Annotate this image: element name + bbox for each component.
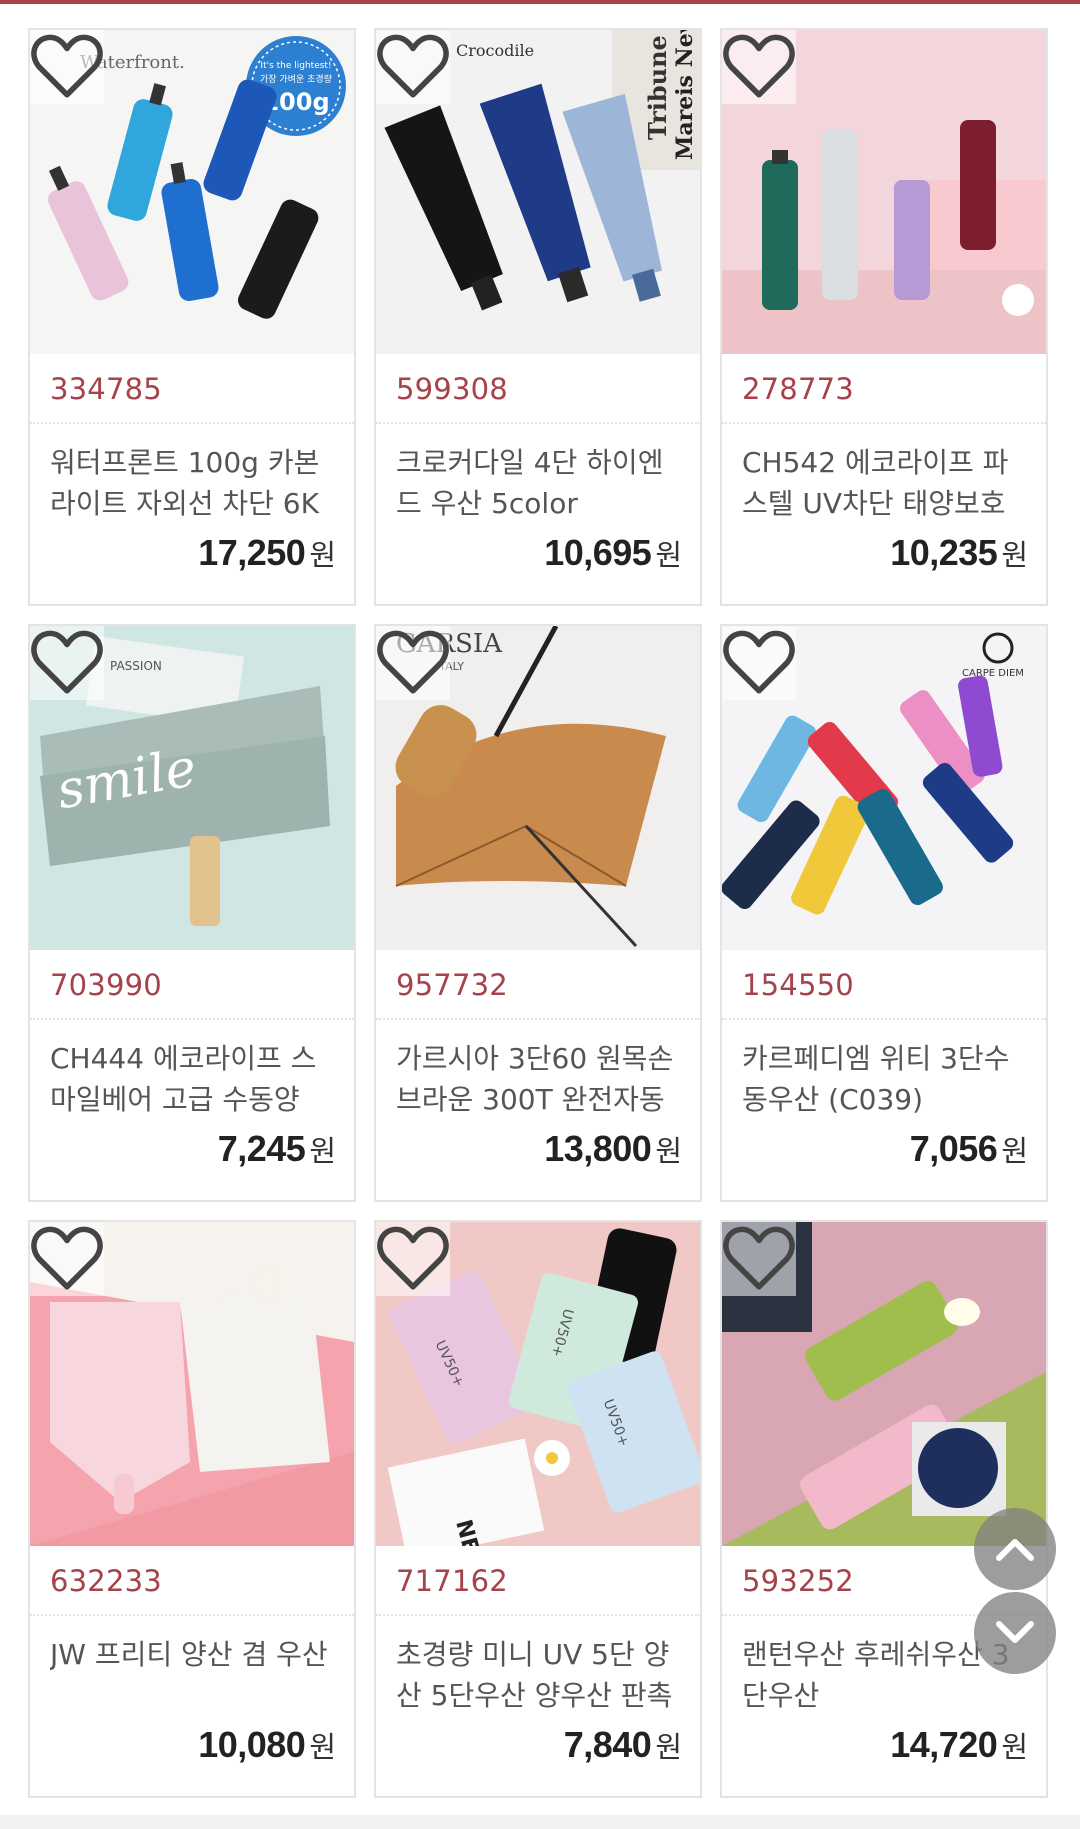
- wishlist-heart-icon[interactable]: [722, 30, 796, 104]
- divider: [376, 1614, 700, 1616]
- product-image[interactable]: CARPE DIEM: [722, 626, 1046, 950]
- product-title[interactable]: 크로커다일 4단 하이엔드 우산 5color: [396, 442, 686, 524]
- product-code: 717162: [396, 1564, 508, 1598]
- wishlist-heart-icon[interactable]: [30, 626, 104, 700]
- currency-unit: 원: [1001, 538, 1028, 572]
- divider: [722, 1018, 1046, 1020]
- product-card[interactable]: Tribune Mareis Nev Crocodile 599308 크로커다…: [374, 28, 702, 606]
- product-price: 13,800 원: [544, 1128, 682, 1170]
- currency-unit: 원: [309, 538, 336, 572]
- price-value: 14,720: [890, 1724, 998, 1765]
- product-price: 10,080 원: [198, 1724, 336, 1766]
- product-price: 10,695 원: [544, 532, 682, 574]
- top-accent-line: [0, 0, 1080, 4]
- price-value: 17,250: [198, 532, 306, 573]
- product-image[interactable]: [30, 1222, 354, 1546]
- product-image[interactable]: [722, 1222, 1046, 1546]
- product-code: 632233: [50, 1564, 162, 1598]
- price-value: 10,235: [890, 532, 998, 573]
- scroll-up-button[interactable]: [974, 1508, 1056, 1590]
- product-price: 7,245 원: [218, 1128, 336, 1170]
- product-title[interactable]: 초경량 미니 UV 5단 양산 5단우산 양우산 판촉: [396, 1634, 686, 1716]
- product-card[interactable]: GARSIA ITALY 957732 가르시아 3단60 원목손 브라운 30…: [374, 624, 702, 1202]
- product-image[interactable]: Waterfront. It's the lightest! 가장 가벼운 초경…: [30, 30, 354, 354]
- price-value: 10,080: [198, 1724, 306, 1765]
- product-code: 154550: [742, 968, 854, 1002]
- currency-unit: 원: [655, 1730, 682, 1764]
- wishlist-heart-icon[interactable]: [30, 30, 104, 104]
- badge-mid-text: 가장 가벼운 초경량: [260, 73, 332, 85]
- divider: [376, 1018, 700, 1020]
- product-title[interactable]: CH542 에코라이프 파스텔 UV차단 태양보호: [742, 442, 1032, 524]
- wishlist-heart-icon[interactable]: [376, 626, 450, 700]
- product-card[interactable]: 632233 JW 프리티 양산 겸 우산 10,080 원: [28, 1220, 356, 1798]
- wishlist-heart-icon[interactable]: [722, 1222, 796, 1296]
- currency-unit: 원: [309, 1134, 336, 1168]
- image-brand: Crocodile: [456, 41, 534, 60]
- product-code: 703990: [50, 968, 162, 1002]
- image-card-text: PASSION: [110, 659, 162, 673]
- product-code: 593252: [742, 1564, 854, 1598]
- divider: [376, 422, 700, 424]
- product-title[interactable]: 카르페디엠 위티 3단수동우산 (C039): [742, 1038, 1032, 1120]
- scroll-down-button[interactable]: [974, 1592, 1056, 1674]
- currency-unit: 원: [655, 1134, 682, 1168]
- price-value: 13,800: [544, 1128, 652, 1169]
- newspaper-text: Tribune: [643, 35, 672, 140]
- chevron-up-icon: [996, 1539, 1034, 1561]
- wishlist-heart-icon[interactable]: [30, 1222, 104, 1296]
- product-price: 10,235 원: [890, 532, 1028, 574]
- product-image[interactable]: [722, 30, 1046, 354]
- product-code: 278773: [742, 372, 854, 406]
- currency-unit: 원: [309, 1730, 336, 1764]
- product-card[interactable]: NEXT LIGHT AND BOLD UV50+ UV50+ UV50+ 71…: [374, 1220, 702, 1798]
- product-image[interactable]: PASSION smile: [30, 626, 354, 950]
- product-price: 7,056 원: [910, 1128, 1028, 1170]
- price-value: 7,056: [909, 1128, 998, 1169]
- divider: [30, 1614, 354, 1616]
- product-image[interactable]: NEXT LIGHT AND BOLD UV50+ UV50+ UV50+: [376, 1222, 700, 1546]
- divider: [722, 422, 1046, 424]
- divider: [30, 1018, 354, 1020]
- price-value: 7,245: [217, 1128, 306, 1169]
- bottom-strip: [0, 1815, 1080, 1829]
- product-price: 14,720 원: [890, 1724, 1028, 1766]
- product-price: 17,250 원: [198, 532, 336, 574]
- product-code: 957732: [396, 968, 508, 1002]
- currency-unit: 원: [1001, 1730, 1028, 1764]
- product-card[interactable]: CARPE DIEM 154550 카르페디엠 위티 3단수동우산 (C039)…: [720, 624, 1048, 1202]
- product-title[interactable]: JW 프리티 양산 겸 우산: [50, 1634, 340, 1716]
- price-value: 10,695: [544, 532, 652, 573]
- currency-unit: 원: [1001, 1134, 1028, 1168]
- product-card[interactable]: PASSION smile 703990 CH444 에코라이프 스마일베어 고…: [28, 624, 356, 1202]
- product-price: 7,840 원: [564, 1724, 682, 1766]
- product-card[interactable]: Waterfront. It's the lightest! 가장 가벼운 초경…: [28, 28, 356, 606]
- currency-unit: 원: [655, 538, 682, 572]
- price-value: 7,840: [563, 1724, 652, 1765]
- divider: [30, 422, 354, 424]
- product-code: 599308: [396, 372, 508, 406]
- product-title[interactable]: 워터프론트 100g 카본 라이트 자외선 차단 6K: [50, 442, 340, 524]
- product-title[interactable]: CH444 에코라이프 스마일베어 고급 수동양: [50, 1038, 340, 1120]
- product-code: 334785: [50, 372, 162, 406]
- wishlist-heart-icon[interactable]: [376, 1222, 450, 1296]
- badge-top-text: It's the lightest!: [260, 61, 331, 71]
- newspaper-text: Mareis Nev: [672, 30, 698, 160]
- wishlist-heart-icon[interactable]: [376, 30, 450, 104]
- product-title[interactable]: 가르시아 3단60 원목손 브라운 300T 완전자동: [396, 1038, 686, 1120]
- wishlist-heart-icon[interactable]: [722, 626, 796, 700]
- product-card[interactable]: 593252 랜턴우산 후레쉬우산 3단우산 14,720 원: [720, 1220, 1048, 1798]
- chevron-down-icon: [996, 1621, 1034, 1643]
- product-image[interactable]: Tribune Mareis Nev Crocodile: [376, 30, 700, 354]
- product-card[interactable]: 278773 CH542 에코라이프 파스텔 UV차단 태양보호 10,235 원: [720, 28, 1048, 606]
- product-image[interactable]: GARSIA ITALY: [376, 626, 700, 950]
